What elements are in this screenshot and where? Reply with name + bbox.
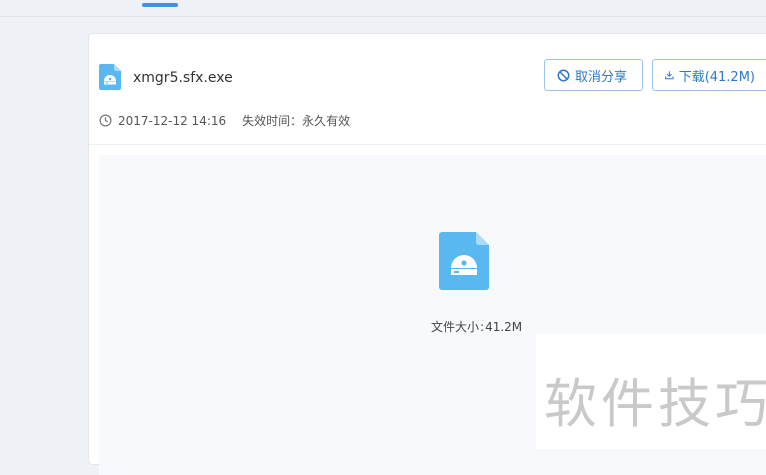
header-divider [89, 144, 766, 145]
file-size-label: 文件大小 [431, 320, 480, 334]
file-name: xmgr5.sfx.exe [133, 70, 233, 86]
download-icon [665, 71, 674, 80]
share-date: 2017-12-12 14:16 [118, 113, 227, 128]
expire-label: 失效时间： [242, 114, 303, 128]
file-exe-icon [439, 232, 489, 290]
top-tab-bar [0, 0, 766, 17]
file-size-text: 文件大小:41.2M [431, 318, 522, 335]
expire-value: 永久有效 [302, 114, 351, 128]
cancel-share-label: 取消分享 [575, 69, 628, 85]
file-exe-icon [99, 64, 121, 90]
ban-icon [557, 69, 570, 81]
watermark-text: 软件技巧 [544, 374, 766, 435]
download-button[interactable]: 下载(41.2M) [652, 59, 766, 91]
download-label: 下载(41.2M) [678, 69, 755, 85]
cancel-share-button[interactable]: 取消分享 [544, 59, 643, 91]
file-header: xmgr5.sfx.exe [99, 64, 499, 94]
file-size-separator: : [480, 320, 485, 334]
file-meta-row: 2017-12-12 14:16 失效时间： 永久有效 [99, 112, 350, 129]
watermark: 软件技巧 [536, 334, 766, 449]
file-size-value: 41.2M [485, 320, 523, 334]
active-tab-indicator [142, 3, 178, 7]
clock-icon [99, 114, 112, 127]
